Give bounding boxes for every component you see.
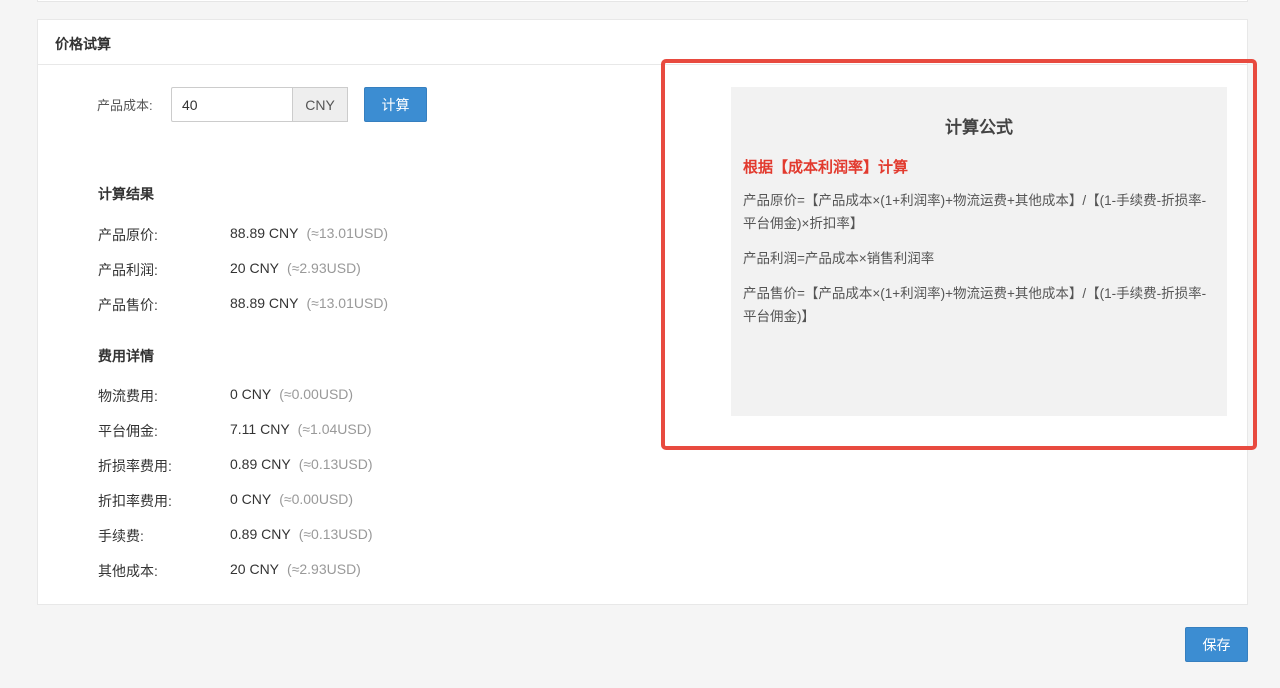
fee-label: 物流费用: (98, 388, 158, 404)
result-label: 产品原价: (98, 227, 158, 243)
fee-label: 手续费: (98, 528, 144, 544)
fee-usd: (≈0.13USD) (298, 526, 373, 542)
product-cost-row: 产品成本: CNY 计算 (97, 87, 427, 122)
result-value: 88.89 CNY (230, 295, 299, 311)
result-usd: (≈2.93USD) (287, 260, 361, 276)
result-usd: (≈13.01USD) (306, 225, 389, 241)
fee-usd: (≈0.00USD) (279, 491, 354, 507)
fee-row: 物流费用: 0 CNY (≈0.00USD) (98, 386, 353, 406)
result-value: 88.89 CNY (230, 225, 299, 241)
result-row: 产品利润: 20 CNY (≈2.93USD) (98, 260, 361, 280)
save-button[interactable]: 保存 (1185, 627, 1248, 662)
result-row: 产品原价: 88.89 CNY (≈13.01USD) (98, 225, 388, 245)
fee-row: 折扣率费用: 0 CNY (≈0.00USD) (98, 491, 353, 511)
fee-row: 其他成本: 20 CNY (≈2.93USD) (98, 561, 361, 581)
result-label: 产品售价: (98, 297, 158, 313)
fee-usd: (≈0.13USD) (298, 456, 373, 472)
product-cost-input[interactable] (171, 87, 292, 122)
result-value: 20 CNY (230, 260, 280, 276)
result-row: 产品售价: 88.89 CNY (≈13.01USD) (98, 295, 388, 315)
previous-panel-edge (37, 0, 1248, 2)
fee-value: 0.89 CNY (230, 456, 291, 472)
highlight-box (661, 59, 1257, 450)
fees-section-title: 费用详情 (98, 348, 154, 364)
calculate-button[interactable]: 计算 (364, 87, 427, 122)
product-cost-label: 产品成本: (97, 98, 153, 113)
fee-label: 平台佣金: (98, 423, 158, 439)
currency-addon: CNY (292, 87, 348, 122)
fee-value: 20 CNY (230, 561, 280, 577)
fee-usd: (≈2.93USD) (287, 561, 361, 577)
fee-label: 折损率费用: (98, 458, 172, 474)
fee-label: 其他成本: (98, 563, 158, 579)
fee-row: 折损率费用: 0.89 CNY (≈0.13USD) (98, 456, 373, 476)
fee-row: 平台佣金: 7.11 CNY (≈1.04USD) (98, 421, 372, 441)
fee-value: 0 CNY (230, 386, 272, 402)
fee-usd: (≈1.04USD) (297, 421, 372, 437)
results-section-title: 计算结果 (98, 186, 154, 202)
fee-value: 7.11 CNY (230, 421, 290, 437)
fee-value: 0 CNY (230, 491, 272, 507)
fee-value: 0.89 CNY (230, 526, 291, 542)
fee-label: 折扣率费用: (98, 493, 172, 509)
fee-usd: (≈0.00USD) (279, 386, 354, 402)
result-usd: (≈13.01USD) (306, 295, 389, 311)
result-label: 产品利润: (98, 262, 158, 278)
fee-row: 手续费: 0.89 CNY (≈0.13USD) (98, 526, 373, 546)
